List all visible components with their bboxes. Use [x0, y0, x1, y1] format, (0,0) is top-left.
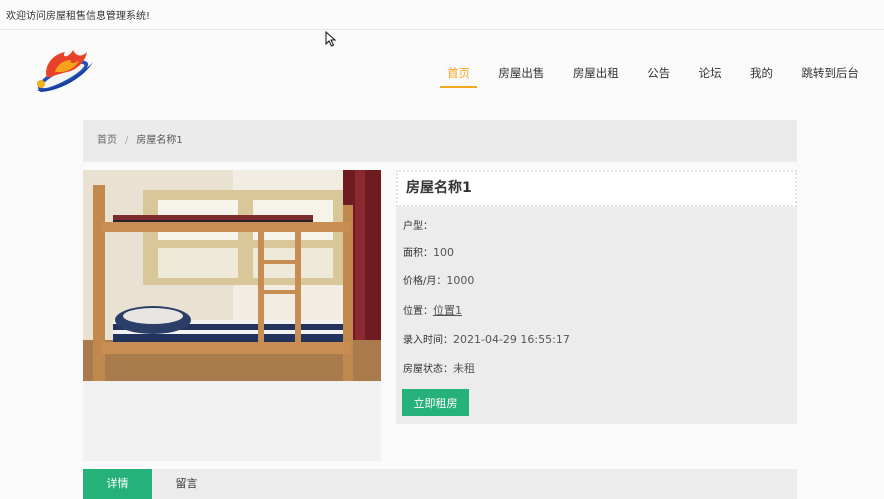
- field-status-value: 未租: [453, 362, 475, 375]
- field-location-value[interactable]: 位置1: [433, 304, 462, 317]
- field-location-label: 位置：: [403, 306, 433, 317]
- field-status-label: 房屋状态：: [403, 364, 453, 375]
- tab-details[interactable]: 详情: [83, 469, 152, 499]
- top-bar: 欢迎访问房屋租售信息管理系统!: [0, 0, 884, 30]
- rent-now-button[interactable]: 立即租房: [402, 389, 469, 416]
- field-price-value: 1000: [446, 274, 475, 287]
- nav-item-house-rent[interactable]: 房屋出租: [566, 60, 626, 88]
- nav-item-mine[interactable]: 我的: [743, 60, 780, 88]
- field-price-label: 价格/月：: [403, 276, 447, 287]
- main-nav: 首页 房屋出售 房屋出租 公告 论坛 我的 跳转到后台: [440, 60, 866, 88]
- welcome-text: 欢迎访问房屋租售信息管理系统!: [6, 11, 151, 22]
- field-area-label: 面积：: [403, 248, 433, 259]
- house-photo[interactable]: [83, 170, 381, 381]
- nav-item-admin[interactable]: 跳转到后台: [794, 60, 866, 88]
- house-title: 房屋名称1: [396, 170, 797, 207]
- house-image-panel: [83, 170, 381, 461]
- field-price: 价格/月：1000: [403, 272, 474, 287]
- field-area-value: 100: [433, 246, 454, 259]
- field-area: 面积：100: [403, 244, 454, 259]
- field-location: 位置：位置1: [403, 302, 462, 318]
- nav-item-forum[interactable]: 论坛: [692, 60, 729, 88]
- nav-item-notice[interactable]: 公告: [640, 60, 677, 88]
- tab-messages[interactable]: 留言: [152, 469, 221, 499]
- field-layout-label: 户型：: [403, 221, 433, 232]
- breadcrumb-separator: /: [125, 135, 129, 146]
- field-layout: 户型：: [403, 217, 433, 232]
- breadcrumb-current: 房屋名称1: [136, 135, 183, 146]
- nav-item-house-sale[interactable]: 房屋出售: [491, 60, 551, 88]
- field-entry-time-label: 录入时间：: [403, 335, 453, 346]
- field-entry-time: 录入时间：2021-04-29 16:55:17: [403, 331, 570, 346]
- breadcrumb-home-link[interactable]: 首页: [97, 135, 117, 146]
- nav-item-home[interactable]: 首页: [440, 60, 477, 88]
- breadcrumb: 首页 / 房屋名称1: [83, 120, 797, 162]
- site-logo[interactable]: [33, 42, 99, 94]
- detail-tabs: 详情 留言: [83, 469, 797, 499]
- mouse-cursor-icon: [325, 31, 337, 47]
- house-info-panel: 房屋名称1 户型： 面积：100 价格/月：1000 位置：位置1 录入时间：2…: [396, 170, 797, 424]
- field-entry-time-value: 2021-04-29 16:55:17: [453, 333, 570, 346]
- field-status: 房屋状态：未租: [403, 360, 475, 376]
